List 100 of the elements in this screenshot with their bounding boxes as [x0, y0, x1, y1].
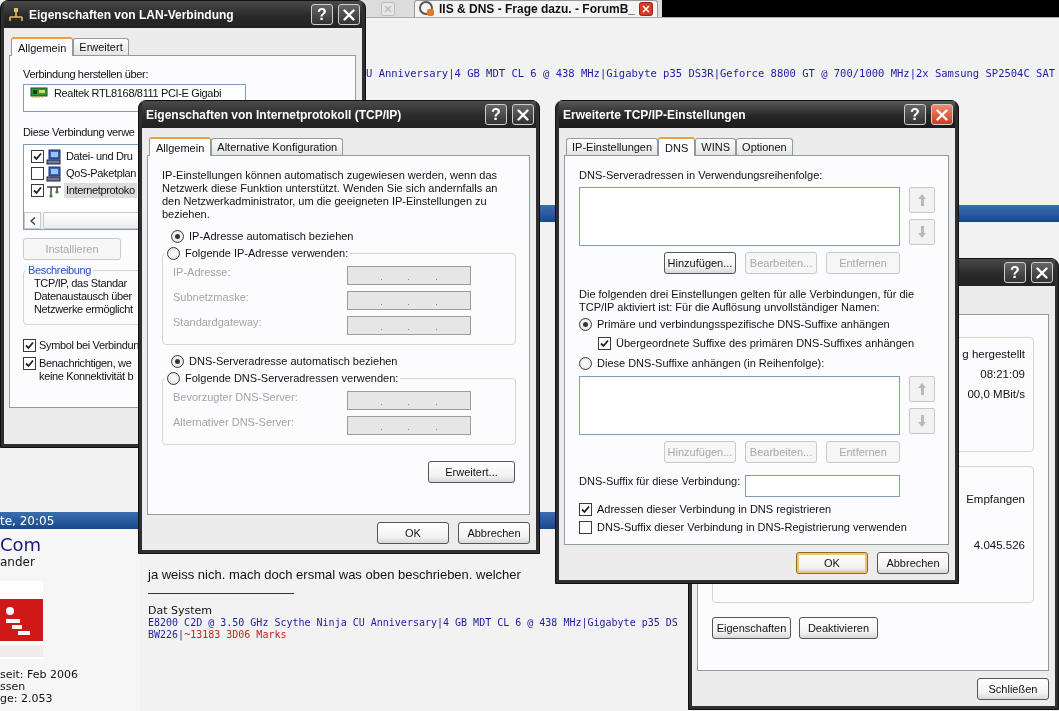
address-list[interactable]: [579, 376, 900, 435]
window-title: Erweiterte TCP/IP-Einstellungen: [563, 107, 747, 122]
help-button[interactable]: ?: [311, 4, 333, 25]
close-icon: [343, 8, 355, 21]
checkbox[interactable]: [23, 339, 36, 352]
tab[interactable]: Allgemein: [149, 137, 212, 156]
signature-text: BW226|~13183 3D06 Marks: [148, 629, 287, 641]
advanced-button[interactable]: Erweitert...: [428, 461, 515, 483]
network-protocol-icon: [46, 183, 62, 198]
close-button[interactable]: [338, 4, 360, 25]
field-label: Subnetzmaske:: [173, 291, 249, 304]
ip-address-field[interactable]: [347, 391, 471, 410]
computer-icon: [46, 148, 62, 165]
field-label: DNS-Suffix für diese Verbindung:: [579, 475, 739, 488]
group-legend: Beschreibung: [28, 264, 92, 277]
intro-text: IP-Einstellungen können automatisch zugewiesen werden, wenn das Netzwerk diese Funktion unterstützt. Wenden Sie sich andernfalls an den Netzwerkadministrator, um die geeigneten IP-Einstellungen zu beziehen.: [162, 169, 499, 221]
close-icon[interactable]: [639, 2, 653, 16]
description-text: Netzwerke ermöglicht: [34, 303, 133, 316]
field-label: Bevorzugter DNS-Server:: [173, 391, 298, 404]
checkbox-label: Übergeordnete Suffixe des primären DNS-Suffixes anhängen: [616, 337, 914, 350]
radio-button[interactable]: [167, 247, 180, 260]
tab[interactable]: IP-Einstellungen: [566, 138, 659, 155]
help-button[interactable]: ?: [485, 104, 507, 125]
close-button[interactable]: Schließen: [977, 678, 1049, 700]
user-detail: seit: Feb 2006: [0, 669, 80, 681]
field-label: Standardgateway:: [173, 316, 262, 329]
checkbox[interactable]: [31, 150, 44, 163]
checkbox[interactable]: [579, 521, 592, 534]
radio-label: Primäre und verbindungsspezifische DNS-Suffixe anhängen: [597, 318, 890, 331]
adapter-name: Realtek RTL8168/8111 PCI-E Gigabi: [54, 87, 221, 100]
dialog-button[interactable]: Abbrechen: [458, 522, 530, 544]
checkbox-label: Adressen dieser Verbindung in DNS registrieren: [597, 503, 832, 516]
arrow-down-icon: [917, 414, 927, 428]
action-button[interactable]: Deaktivieren: [799, 617, 878, 639]
ip-address-field[interactable]: [347, 416, 471, 435]
signature-text: E8200 C2D @ 3.50 GHz Scythe Ninja CU Anniversary|4 GB MDT CL 6 @ 438 MHz|Gigabyte p35 DS: [148, 617, 678, 629]
checkbox[interactable]: [579, 503, 592, 516]
close-button[interactable]: [1031, 262, 1053, 283]
tab[interactable]: Alternative Konfiguration: [211, 138, 344, 155]
window-title: Eigenschaften von LAN-Verbindung: [29, 7, 235, 22]
checkbox-label: Symbol bei Verbindun: [39, 339, 139, 352]
dialog-button[interactable]: OK: [796, 552, 868, 574]
dns-suffix-field[interactable]: [745, 475, 900, 497]
radio-label: Diese DNS-Suffixe anhängen (in Reihenfolge):: [597, 357, 825, 370]
tab[interactable]: Allgemein: [11, 37, 74, 56]
signature-text: U Anniversary|4 GB MDT CL 6 @ 438 MHz|Gigabyte p35 DS3R|Geforce 8800 GT @ 700/1000 MHz|2x Samsung SP2504C SAT: [366, 66, 1056, 80]
field-label: DNS-Serveradressen in Verwendungsreihenfolge:: [579, 169, 823, 182]
tab[interactable]: DNS: [658, 137, 696, 156]
dialog-button[interactable]: Abbrechen: [877, 552, 949, 574]
checkbox[interactable]: [31, 184, 44, 197]
list-item[interactable]: Datei- und Dru: [64, 149, 135, 164]
arrow-up-icon: [917, 382, 927, 396]
arrow-down-icon: [917, 225, 927, 239]
field-label: Diese Verbindung verwe: [23, 126, 135, 139]
window-title: Eigenschaften von Internetprotokoll (TCP/IP): [146, 107, 403, 122]
computer-icon: [46, 165, 62, 182]
list-action-button[interactable]: Hinzufügen...: [664, 252, 736, 274]
radio-button[interactable]: [579, 318, 592, 331]
note-text: Die folgenden drei Einstellungen gelten für alle Verbindungen, für die TCP/IP aktiviert ist: Für die Auflösung unvollständiger Namen:: [579, 288, 916, 314]
list-item[interactable]: QoS-Paketplan: [64, 166, 139, 181]
browser-tab[interactable]: IIS & DNS - Frage dazu. - ForumB_: [414, 0, 658, 17]
username-link[interactable]: Com: [0, 535, 140, 555]
site-logo-icon: [419, 1, 435, 17]
field-label: Verbindung herstellen über:: [23, 68, 149, 81]
help-button[interactable]: ?: [1004, 262, 1026, 283]
tab[interactable]: Optionen: [736, 138, 793, 155]
field-label: IP-Adresse:: [173, 266, 231, 279]
user-rank: ander: [0, 555, 36, 569]
post-date: te, 20:05: [0, 513, 55, 528]
address-list[interactable]: [579, 187, 900, 246]
description-text: Datenaustausch über: [34, 290, 132, 303]
list-item[interactable]: Internetprotoko: [64, 183, 137, 198]
checkbox[interactable]: [598, 337, 611, 350]
radio-label: Folgende DNS-Serveradressen verwenden:: [185, 372, 399, 385]
ip-address-field[interactable]: [347, 291, 471, 310]
tab[interactable]: WINS: [695, 138, 737, 155]
tab[interactable]: Erweitert: [73, 38, 129, 55]
checkbox-label: Benachrichtigen, we: [39, 357, 132, 370]
close-button[interactable]: [512, 104, 534, 125]
status-value: 00,0 MBit/s: [967, 388, 1025, 401]
close-icon: [936, 108, 948, 121]
dialog-button[interactable]: OK: [377, 522, 449, 544]
radio-button[interactable]: [167, 372, 180, 385]
radio-label: Folgende IP-Adresse verwenden:: [185, 247, 349, 260]
action-button[interactable]: Eigenschaften: [712, 617, 791, 639]
help-button[interactable]: ?: [904, 104, 926, 125]
network-icon: [8, 7, 24, 22]
radio-label: IP-Adresse automatisch beziehen: [189, 230, 354, 243]
ip-address-field[interactable]: [347, 316, 471, 335]
ip-address-field[interactable]: [347, 266, 471, 285]
post-text: ja weiss nich. mach doch ersmal was oben beschrieben. welcher: [148, 567, 522, 582]
status-value: g hergestellt: [962, 348, 1025, 361]
close-icon: [1036, 266, 1048, 279]
checkbox[interactable]: [23, 357, 36, 370]
checkbox[interactable]: [31, 167, 44, 180]
radio-button[interactable]: [579, 357, 592, 370]
arrow-up-icon: [917, 193, 927, 207]
radio-button[interactable]: [171, 230, 184, 243]
radio-button[interactable]: [171, 355, 184, 368]
user-detail: ssen: [0, 681, 27, 693]
